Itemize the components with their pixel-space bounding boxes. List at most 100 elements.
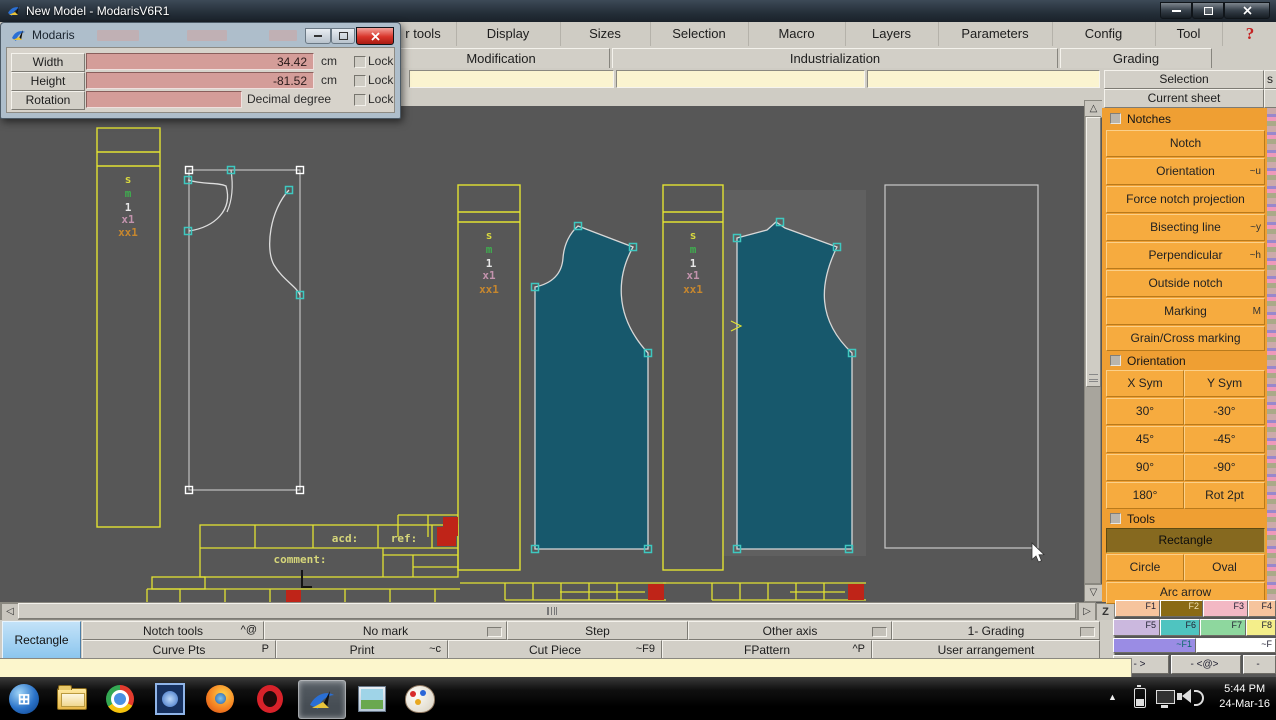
menu-modification[interactable]: Modification <box>392 48 610 69</box>
no-mark-button[interactable]: No mark <box>264 621 507 640</box>
x-sym-button[interactable]: X Sym <box>1106 370 1184 397</box>
perpendicular-button[interactable]: Perpendicular ~h <box>1106 242 1265 269</box>
grain-cross-marking-button[interactable]: Grain/Cross marking <box>1106 326 1265 351</box>
pattern-canvas[interactable]: s m 1 x1 xx1 s m 1 x1 xx1 s m 1 x1 xx1 a… <box>0 106 1084 602</box>
menu-sizes[interactable]: Sizes <box>560 22 651 46</box>
width-label-button[interactable]: Width <box>11 53 85 72</box>
hscroll-right-icon[interactable]: ▷ <box>1078 602 1096 622</box>
menu-parameters[interactable]: Parameters <box>938 22 1053 46</box>
fkey-shift-f2[interactable]: ~F <box>1196 638 1276 653</box>
notches-checkbox[interactable] <box>1110 113 1121 124</box>
oval-tool-button[interactable]: Oval <box>1184 554 1265 581</box>
width-lock-checkbox[interactable] <box>354 56 366 68</box>
rot-neg90-button[interactable]: -90° <box>1184 454 1265 481</box>
info-field-1[interactable] <box>409 70 614 88</box>
orientation-checkbox[interactable] <box>1110 355 1121 366</box>
sidebar-current-sheet-more[interactable] <box>1264 89 1276 108</box>
vscroll-down-icon[interactable]: ▽ <box>1084 584 1103 602</box>
rotation-lock-checkbox[interactable] <box>354 94 366 106</box>
height-label-button[interactable]: Height <box>11 72 85 91</box>
fkey-f8[interactable]: F8 <box>1246 619 1276 636</box>
tray-clock[interactable]: 5:44 PM 24-Mar-16 <box>1219 682 1270 712</box>
fnpad-extra-2[interactable]: - <@> <box>1171 655 1241 674</box>
force-notch-projection-button[interactable]: Force notch projection <box>1106 186 1265 213</box>
corner-handles[interactable] <box>184 165 305 495</box>
step-button[interactable]: Step <box>507 621 688 640</box>
sidebar-selection-button[interactable]: Selection <box>1104 70 1264 89</box>
pattern-piece-outline[interactable] <box>187 169 301 491</box>
fkey-f2[interactable]: F2 <box>1160 600 1203 617</box>
orientation-button[interactable]: Orientation ~u <box>1106 158 1265 185</box>
fkey-f7[interactable]: F7 <box>1200 619 1246 636</box>
photoshop-icon[interactable] <box>150 680 190 717</box>
tools-checkbox[interactable] <box>1110 513 1121 524</box>
minimize-button[interactable] <box>1160 2 1192 19</box>
pattern-piece-front[interactable] <box>534 225 649 550</box>
vscroll-thumb[interactable] <box>1086 117 1101 387</box>
user-arrangement-button[interactable]: User arrangement <box>872 640 1100 659</box>
fnpad-extra-3[interactable]: - <box>1243 655 1276 674</box>
menu-config[interactable]: Config <box>1052 22 1156 46</box>
menu-display[interactable]: Display <box>456 22 561 46</box>
opera-icon[interactable] <box>250 680 290 717</box>
sidebar-selection-more[interactable]: s <box>1264 70 1276 89</box>
outside-notch-button[interactable]: Outside notch <box>1106 270 1265 297</box>
paint-icon[interactable] <box>400 680 440 717</box>
active-tool-indicator[interactable]: Rectangle <box>2 621 81 659</box>
fkey-f3[interactable]: F3 <box>1203 600 1248 617</box>
dialog-minimize-button[interactable] <box>305 28 331 44</box>
chrome-icon[interactable] <box>100 680 140 717</box>
fkey-f5[interactable]: F5 <box>1113 619 1160 636</box>
modaris-taskbar-icon[interactable] <box>298 680 346 719</box>
rot-neg30-button[interactable]: -30° <box>1184 398 1265 425</box>
height-lock-checkbox[interactable] <box>354 75 366 87</box>
fkey-shift-f1[interactable]: ~F1 <box>1113 638 1196 653</box>
rot-45-button[interactable]: 45° <box>1106 426 1184 453</box>
empty-sheet[interactable] <box>884 184 1039 549</box>
rot-180-button[interactable]: 180° <box>1106 482 1184 509</box>
notch-tools-button[interactable]: Notch tools ^@ <box>82 621 264 640</box>
marking-button[interactable]: Marking M <box>1106 298 1265 325</box>
bisecting-line-button[interactable]: Bisecting line ~y <box>1106 214 1265 241</box>
help-icon[interactable]: ? <box>1230 22 1270 46</box>
notch-button[interactable]: Notch <box>1106 130 1265 157</box>
menu-layers[interactable]: Layers <box>845 22 939 46</box>
menu-grading[interactable]: Grading <box>1060 48 1212 69</box>
battery-icon[interactable] <box>1134 685 1146 708</box>
y-sym-button[interactable]: Y Sym <box>1184 370 1265 397</box>
modaris-dialog[interactable]: Modaris Width 34.42 cm Lock Height -81.5… <box>0 22 401 119</box>
tray-expand-icon[interactable]: ▲ <box>1108 692 1117 702</box>
menu-macro[interactable]: Macro <box>748 22 846 46</box>
photo-viewer-icon[interactable] <box>352 680 392 717</box>
cut-piece-button[interactable]: Cut Piece ~F9 <box>448 640 662 659</box>
curve-pts-button[interactable]: Curve Pts P <box>82 640 276 659</box>
height-field[interactable]: -81.52 <box>86 72 314 89</box>
menu-selection[interactable]: Selection <box>650 22 749 46</box>
dialog-maximize-button[interactable] <box>331 28 355 44</box>
restore-button[interactable] <box>1192 2 1224 19</box>
fkey-f1[interactable]: F1 <box>1115 600 1160 617</box>
start-button[interactable]: ⊞ <box>4 680 44 717</box>
rot-2pt-button[interactable]: Rot 2pt <box>1184 482 1265 509</box>
menu-industrialization[interactable]: Industrialization <box>612 48 1058 69</box>
firefox-icon[interactable] <box>200 680 240 717</box>
other-axis-button[interactable]: Other axis <box>688 621 892 640</box>
rot-90-button[interactable]: 90° <box>1106 454 1184 481</box>
close-button[interactable] <box>1224 2 1270 19</box>
info-field-2[interactable] <box>616 70 865 88</box>
volume-icon[interactable] <box>1177 689 1204 706</box>
rectangle-tool-button[interactable]: Rectangle <box>1106 528 1265 553</box>
rot-neg45-button[interactable]: -45° <box>1184 426 1265 453</box>
vscrollbar[interactable] <box>1084 116 1101 584</box>
fpattern-button[interactable]: FPattern ^P <box>662 640 872 659</box>
network-icon[interactable] <box>1156 690 1175 708</box>
explorer-icon[interactable] <box>52 680 92 717</box>
info-field-3[interactable] <box>867 70 1100 88</box>
rot-30-button[interactable]: 30° <box>1106 398 1184 425</box>
hscrollbar[interactable]: ◁ <box>0 602 1078 621</box>
fkey-f4[interactable]: F4 <box>1248 600 1276 617</box>
hscroll-left-icon[interactable]: ◁ <box>1 603 19 621</box>
sidebar-current-sheet-button[interactable]: Current sheet <box>1104 89 1264 108</box>
menu-tool[interactable]: Tool <box>1155 22 1223 46</box>
width-field[interactable]: 34.42 <box>86 53 314 70</box>
